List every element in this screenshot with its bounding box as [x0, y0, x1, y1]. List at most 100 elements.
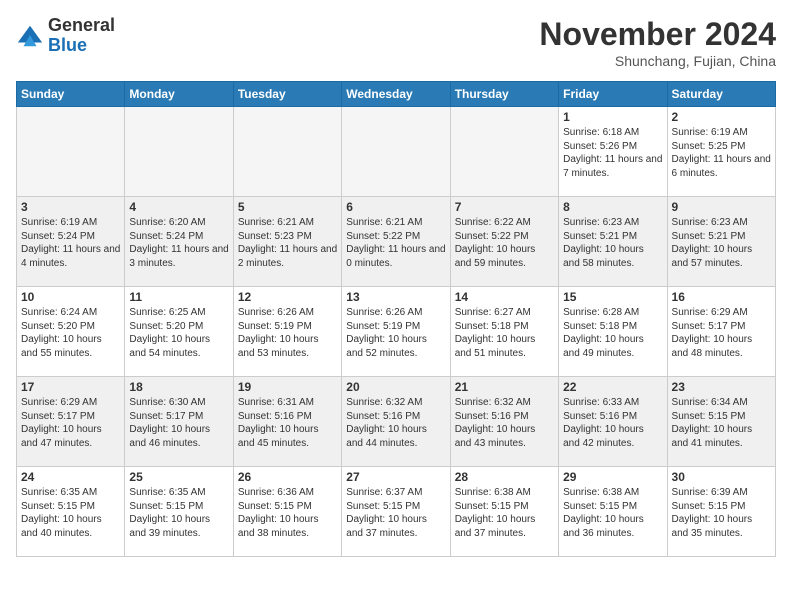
day-cell-29: 29 Sunrise: 6:38 AM Sunset: 5:15 PM Dayli…: [559, 467, 667, 557]
day-info: Sunrise: 6:39 AM Sunset: 5:15 PM Dayligh…: [672, 486, 771, 540]
day-number: 10: [21, 290, 120, 304]
day-number: 20: [346, 380, 445, 394]
day-cell-25: 25 Sunrise: 6:35 AM Sunset: 5:15 PM Dayli…: [125, 467, 233, 557]
logo-blue-text: Blue: [48, 36, 115, 56]
day-number: 2: [672, 110, 771, 124]
day-cell-17: 17Sunrise: 6:29 AM Sunset: 5:17 PM Dayli…: [17, 377, 125, 467]
empty-cell: [450, 107, 558, 197]
day-info: Sunrise: 6:28 AM Sunset: 5:18 PM Dayligh…: [563, 306, 662, 360]
day-info: Sunrise: 6:25 AM Sunset: 5:20 PM Dayligh…: [129, 306, 228, 360]
day-info: Sunrise: 6:22 AM Sunset: 5:22 PM Dayligh…: [455, 216, 554, 270]
day-number: 12: [238, 290, 337, 304]
day-cell-1: 1 Sunrise: 6:18 AM Sunset: 5:26 PM Daylig…: [559, 107, 667, 197]
day-number: 6: [346, 200, 445, 214]
day-cell-16: 16 Sunrise: 6:29 AM Sunset: 5:17 PM Dayli…: [667, 287, 775, 377]
day-number: 21: [455, 380, 554, 394]
month-title: November 2024: [539, 16, 776, 53]
weekday-header-tuesday: Tuesday: [233, 82, 341, 107]
empty-cell: [17, 107, 125, 197]
day-cell-14: 14 Sunrise: 6:27 AM Sunset: 5:18 PM Dayli…: [450, 287, 558, 377]
day-cell-18: 18Sunrise: 6:30 AM Sunset: 5:17 PM Dayli…: [125, 377, 233, 467]
day-info: Sunrise: 6:26 AM Sunset: 5:19 PM Dayligh…: [346, 306, 445, 360]
day-cell-15: 15Sunrise: 6:28 AM Sunset: 5:18 PM Dayli…: [559, 287, 667, 377]
day-info: Sunrise: 6:19 AM Sunset: 5:24 PM Dayligh…: [21, 216, 120, 270]
day-number: 8: [563, 200, 662, 214]
day-info: Sunrise: 6:24 AM Sunset: 5:20 PM Dayligh…: [21, 306, 120, 360]
day-cell-27: 27 Sunrise: 6:37 AM Sunset: 5:15 PM Dayli…: [342, 467, 450, 557]
day-info: Sunrise: 6:26 AM Sunset: 5:19 PM Dayligh…: [238, 306, 337, 360]
week-row-5: 24 Sunrise: 6:35 AM Sunset: 5:15 PM Dayli…: [17, 467, 776, 557]
day-info: Sunrise: 6:31 AM Sunset: 5:16 PM Dayligh…: [238, 396, 337, 450]
day-info: Sunrise: 6:34 AM Sunset: 5:15 PM Dayligh…: [672, 396, 771, 450]
logo-text: General Blue: [48, 16, 115, 56]
day-info: Sunrise: 6:38 AM Sunset: 5:15 PM Dayligh…: [563, 486, 662, 540]
day-info: Sunrise: 6:30 AM Sunset: 5:17 PM Dayligh…: [129, 396, 228, 450]
day-cell-24: 24 Sunrise: 6:35 AM Sunset: 5:15 PM Dayli…: [17, 467, 125, 557]
page: General Blue November 2024 Shunchang, Fu…: [0, 0, 792, 573]
day-number: 16: [672, 290, 771, 304]
day-cell-2: 2Sunrise: 6:19 AM Sunset: 5:25 PM Daylig…: [667, 107, 775, 197]
day-info: Sunrise: 6:35 AM Sunset: 5:15 PM Dayligh…: [129, 486, 228, 540]
day-cell-7: 7Sunrise: 6:22 AM Sunset: 5:22 PM Daylig…: [450, 197, 558, 287]
day-info: Sunrise: 6:32 AM Sunset: 5:16 PM Dayligh…: [455, 396, 554, 450]
day-number: 29: [563, 470, 662, 484]
day-cell-12: 12 Sunrise: 6:26 AM Sunset: 5:19 PM Dayli…: [233, 287, 341, 377]
day-info: Sunrise: 6:27 AM Sunset: 5:18 PM Dayligh…: [455, 306, 554, 360]
day-number: 4: [129, 200, 228, 214]
weekday-header-thursday: Thursday: [450, 82, 558, 107]
day-number: 5: [238, 200, 337, 214]
day-info: Sunrise: 6:35 AM Sunset: 5:15 PM Dayligh…: [21, 486, 120, 540]
week-row-3: 10 Sunrise: 6:24 AM Sunset: 5:20 PM Dayli…: [17, 287, 776, 377]
logo-general-text: General: [48, 16, 115, 36]
day-number: 27: [346, 470, 445, 484]
day-cell-20: 20 Sunrise: 6:32 AM Sunset: 5:16 PM Dayli…: [342, 377, 450, 467]
day-number: 23: [672, 380, 771, 394]
week-row-4: 17Sunrise: 6:29 AM Sunset: 5:17 PM Dayli…: [17, 377, 776, 467]
weekday-header-saturday: Saturday: [667, 82, 775, 107]
day-info: Sunrise: 6:37 AM Sunset: 5:15 PM Dayligh…: [346, 486, 445, 540]
day-cell-5: 5 Sunrise: 6:21 AM Sunset: 5:23 PM Daylig…: [233, 197, 341, 287]
day-info: Sunrise: 6:29 AM Sunset: 5:17 PM Dayligh…: [672, 306, 771, 360]
day-info: Sunrise: 6:20 AM Sunset: 5:24 PM Dayligh…: [129, 216, 228, 270]
day-cell-19: 19 Sunrise: 6:31 AM Sunset: 5:16 PM Dayli…: [233, 377, 341, 467]
weekday-header-wednesday: Wednesday: [342, 82, 450, 107]
calendar: SundayMondayTuesdayWednesdayThursdayFrid…: [16, 81, 776, 557]
day-info: Sunrise: 6:23 AM Sunset: 5:21 PM Dayligh…: [672, 216, 771, 270]
day-info: Sunrise: 6:29 AM Sunset: 5:17 PM Dayligh…: [21, 396, 120, 450]
day-number: 25: [129, 470, 228, 484]
day-number: 19: [238, 380, 337, 394]
day-number: 22: [563, 380, 662, 394]
weekday-header-sunday: Sunday: [17, 82, 125, 107]
empty-cell: [342, 107, 450, 197]
day-cell-3: 3 Sunrise: 6:19 AM Sunset: 5:24 PM Daylig…: [17, 197, 125, 287]
day-number: 11: [129, 290, 228, 304]
day-cell-22: 22Sunrise: 6:33 AM Sunset: 5:16 PM Dayli…: [559, 377, 667, 467]
day-number: 14: [455, 290, 554, 304]
day-info: Sunrise: 6:38 AM Sunset: 5:15 PM Dayligh…: [455, 486, 554, 540]
day-cell-9: 9Sunrise: 6:23 AM Sunset: 5:21 PM Daylig…: [667, 197, 775, 287]
day-cell-26: 26 Sunrise: 6:36 AM Sunset: 5:15 PM Dayli…: [233, 467, 341, 557]
logo: General Blue: [16, 16, 115, 56]
day-cell-11: 11 Sunrise: 6:25 AM Sunset: 5:20 PM Dayli…: [125, 287, 233, 377]
day-number: 28: [455, 470, 554, 484]
day-number: 24: [21, 470, 120, 484]
day-number: 3: [21, 200, 120, 214]
day-number: 30: [672, 470, 771, 484]
day-number: 26: [238, 470, 337, 484]
day-info: Sunrise: 6:36 AM Sunset: 5:15 PM Dayligh…: [238, 486, 337, 540]
day-cell-8: 8 Sunrise: 6:23 AM Sunset: 5:21 PM Daylig…: [559, 197, 667, 287]
day-cell-23: 23 Sunrise: 6:34 AM Sunset: 5:15 PM Dayli…: [667, 377, 775, 467]
day-info: Sunrise: 6:21 AM Sunset: 5:23 PM Dayligh…: [238, 216, 337, 270]
day-info: Sunrise: 6:18 AM Sunset: 5:26 PM Dayligh…: [563, 126, 662, 180]
week-row-1: 1 Sunrise: 6:18 AM Sunset: 5:26 PM Daylig…: [17, 107, 776, 197]
day-cell-10: 10 Sunrise: 6:24 AM Sunset: 5:20 PM Dayli…: [17, 287, 125, 377]
weekday-header-monday: Monday: [125, 82, 233, 107]
header: General Blue November 2024 Shunchang, Fu…: [16, 16, 776, 69]
week-row-2: 3 Sunrise: 6:19 AM Sunset: 5:24 PM Daylig…: [17, 197, 776, 287]
day-cell-28: 28 Sunrise: 6:38 AM Sunset: 5:15 PM Dayli…: [450, 467, 558, 557]
day-info: Sunrise: 6:21 AM Sunset: 5:22 PM Dayligh…: [346, 216, 445, 270]
day-cell-30: 30 Sunrise: 6:39 AM Sunset: 5:15 PM Dayli…: [667, 467, 775, 557]
day-number: 1: [563, 110, 662, 124]
day-info: Sunrise: 6:32 AM Sunset: 5:16 PM Dayligh…: [346, 396, 445, 450]
day-info: Sunrise: 6:23 AM Sunset: 5:21 PM Dayligh…: [563, 216, 662, 270]
